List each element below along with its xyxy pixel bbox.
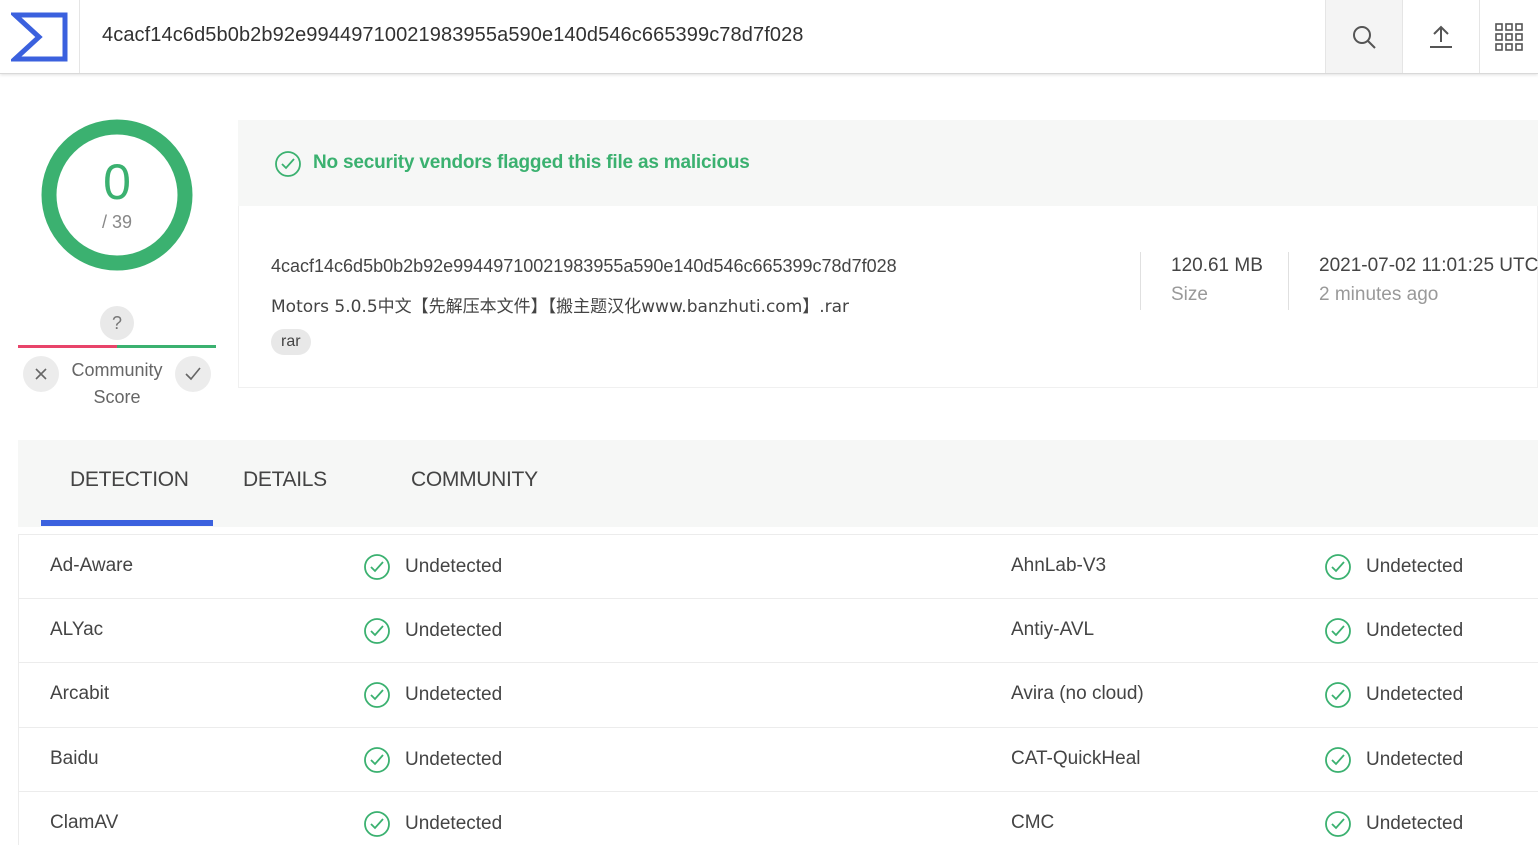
check-circle-icon [1325, 746, 1351, 773]
top-bar: 4cacf14c6d5b0b2b92e99449710021983955a590… [0, 0, 1538, 74]
apps-button[interactable] [1479, 0, 1538, 73]
vendor-name: ALYac [50, 618, 104, 640]
tab-bar: DETECTION DETAILS COMMUNITY [18, 440, 1538, 527]
score-total: / 39 [101, 212, 133, 232]
vote-malicious-button[interactable] [23, 356, 59, 392]
vendor-result: Undetected [1324, 746, 1463, 774]
community-score-bar-negative [18, 345, 117, 348]
file-info-panel: 4cacf14c6d5b0b2b92e99449710021983955a590… [238, 206, 1538, 388]
close-icon [35, 368, 47, 380]
vendor-result: Undetected [1324, 810, 1463, 838]
check-circle-icon [275, 151, 301, 177]
vendor-name: Antiy-AVL [1011, 618, 1095, 640]
community-score-bar-positive [117, 345, 216, 348]
vendor-result: Undetected [363, 681, 502, 709]
result-text: Undetected [405, 684, 503, 705]
community-score-help[interactable]: ? [100, 306, 134, 340]
verdict-banner: No security vendors flagged this file as… [238, 120, 1538, 206]
file-hash[interactable]: 4cacf14c6d5b0b2b92e99449710021983955a590… [271, 256, 897, 277]
result-text: Undetected [1366, 619, 1464, 641]
check-circle-icon [364, 746, 390, 773]
verdict-text: No security vendors flagged this file as… [313, 152, 750, 173]
vote-harmless-button[interactable] [175, 356, 211, 392]
vendor-name: Arcabit [50, 683, 110, 704]
tab-community[interactable]: COMMUNITY [411, 468, 538, 492]
vendor-name: ClamAV [50, 812, 119, 833]
table-row: Baidu Undetected CAT-QuickHeal Undetecte… [19, 728, 1538, 792]
detection-score: 0 / 39 [40, 118, 194, 272]
result-text: Undetected [1366, 748, 1464, 770]
active-tab-indicator [41, 520, 213, 526]
table-row: Ad-Aware Undetected AhnLab-V3 Undetected [19, 534, 1538, 599]
detection-table: Ad-Aware Undetected AhnLab-V3 Undetected… [18, 534, 1538, 845]
check-circle-icon [364, 682, 390, 708]
result-text: Undetected [405, 813, 503, 834]
check-icon [185, 367, 201, 381]
result-text: Undetected [405, 556, 503, 577]
search-button[interactable] [1325, 0, 1402, 73]
divider [1140, 252, 1141, 310]
check-circle-icon [1325, 554, 1351, 580]
table-row: Arcabit Undetected Avira (no cloud) Unde… [19, 663, 1538, 728]
check-circle-icon [1325, 682, 1351, 708]
vendor-result: Undetected [1324, 553, 1463, 581]
result-text: Undetected [405, 619, 503, 641]
file-size-value: 120.61 MB [1171, 255, 1263, 276]
result-text: Undetected [405, 748, 503, 770]
virustotal-logo-icon [10, 12, 67, 61]
result-text: Undetected [1366, 556, 1464, 577]
result-text: Undetected [1366, 813, 1464, 834]
tab-details[interactable]: DETAILS [243, 468, 327, 492]
scan-date-relative: 2 minutes ago [1319, 284, 1439, 305]
divider [1288, 252, 1289, 310]
check-circle-icon [1325, 811, 1351, 837]
vendor-result: Undetected [363, 746, 502, 774]
search-input[interactable]: 4cacf14c6d5b0b2b92e99449710021983955a590… [102, 24, 804, 47]
check-circle-icon [364, 617, 390, 644]
result-text: Undetected [1366, 684, 1464, 705]
vendor-result: Undetected [363, 617, 502, 645]
vendor-name: AhnLab-V3 [1011, 555, 1107, 576]
check-circle-icon [364, 811, 390, 837]
vendor-result: Undetected [1324, 681, 1463, 709]
vendor-result: Undetected [363, 553, 502, 581]
upload-button[interactable] [1402, 0, 1479, 73]
vendor-name: CMC [1011, 812, 1055, 833]
file-name: Motors 5.0.5中文【先解压本文件】【搬主题汉化www.banzhuti… [271, 297, 850, 317]
table-row: ClamAV Undetected CMC Undetected [19, 792, 1538, 845]
check-circle-icon [364, 554, 390, 580]
check-circle-icon [1325, 617, 1351, 644]
scan-date-value: 2021-07-02 11:01:25 UTC [1319, 255, 1538, 276]
vendor-result: Undetected [363, 810, 502, 838]
community-score-label: Community Score [71, 360, 163, 407]
logo[interactable] [0, 0, 80, 73]
file-type-tag[interactable]: rar [271, 329, 311, 355]
score-detections: 0 [103, 154, 131, 210]
vendor-name: CAT-QuickHeal [1011, 747, 1141, 769]
file-size-label: Size [1171, 284, 1208, 305]
apps-grid-icon [1495, 22, 1523, 51]
search-icon [1353, 25, 1376, 49]
vendor-name: Baidu [50, 747, 99, 769]
upload-icon [1430, 25, 1452, 48]
vendor-name: Avira (no cloud) [1011, 683, 1144, 704]
vendor-name: Ad-Aware [50, 555, 134, 576]
table-row: ALYac Undetected Antiy-AVL Undetected [19, 599, 1538, 663]
vendor-result: Undetected [1324, 617, 1463, 645]
tab-detection[interactable]: DETECTION [70, 468, 189, 492]
